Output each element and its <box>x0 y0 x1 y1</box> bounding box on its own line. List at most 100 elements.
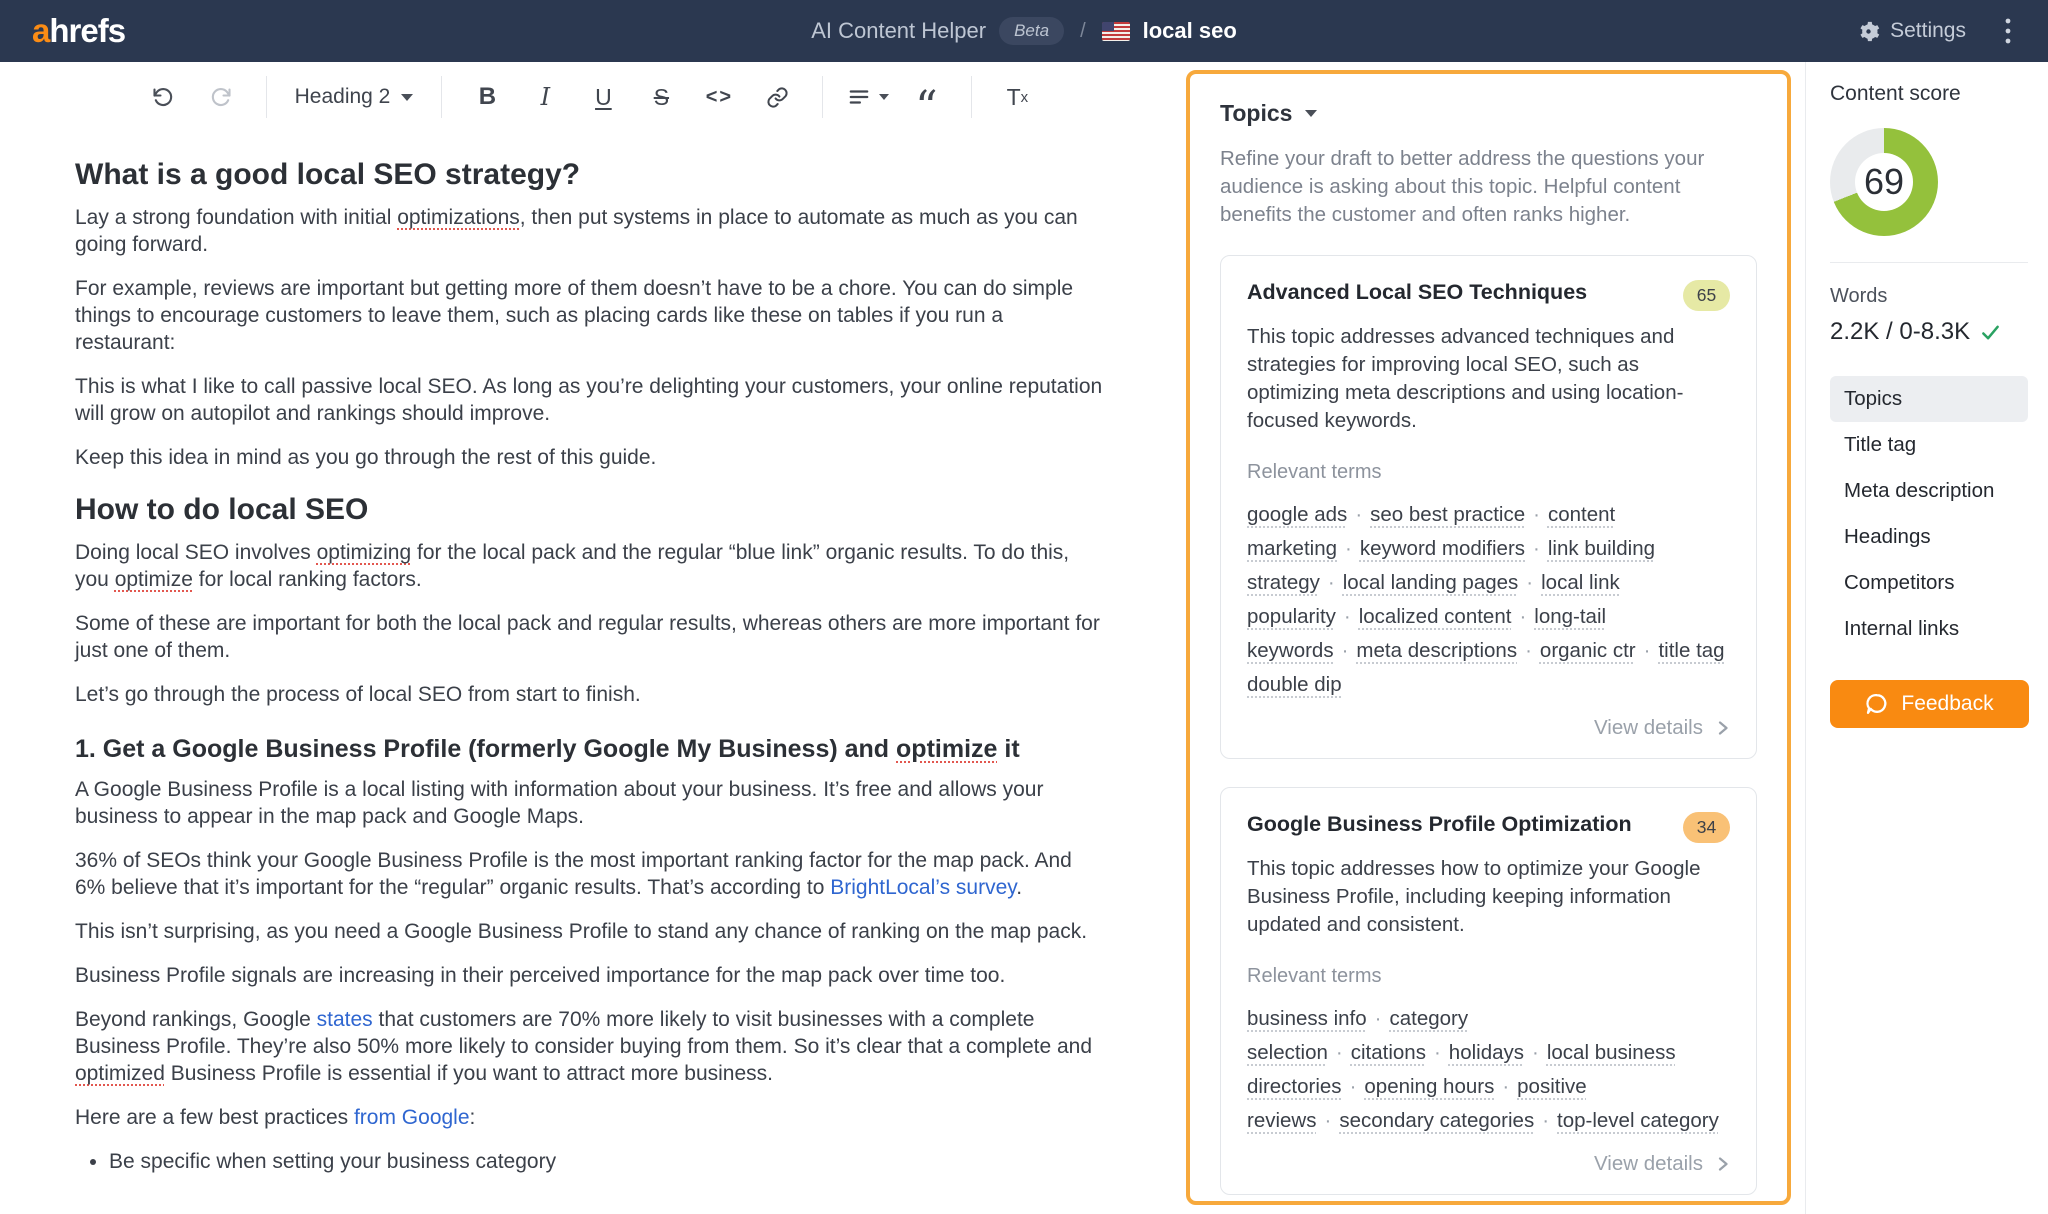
term-separator: · <box>1355 503 1363 526</box>
redo-arrow-icon <box>209 85 233 109</box>
topic-card: Google Business Profile Optimization 34 Th… <box>1220 787 1757 1195</box>
sidebar-item-competitors[interactable]: Competitors <box>1830 560 2028 606</box>
speech-bubble-icon <box>1865 692 1889 716</box>
spellcheck-word[interactable]: optimizations <box>397 206 520 229</box>
chevron-right-icon <box>1716 1157 1730 1171</box>
topics-section-dropdown[interactable]: Topics <box>1220 100 1757 127</box>
topic-card-list: Advanced Local SEO Techniques 65 This topi… <box>1220 255 1757 1195</box>
paragraph: This isn’t surprising, as you need a Goo… <box>75 920 1088 943</box>
spellcheck-word[interactable]: optimize <box>115 568 193 591</box>
blockquote-button[interactable]: “ <box>904 75 948 130</box>
sidebar-item-title-tag[interactable]: Title tag <box>1830 422 2028 468</box>
score-sidebar: Content score 69 Words 2.2K / 0-8.3K Top… <box>1805 62 2048 1214</box>
word-count: 2.2K / 0-8.3K <box>1830 318 2028 346</box>
spellcheck-word[interactable]: optimized <box>75 1062 165 1085</box>
relevant-term[interactable]: top-level category <box>1557 1109 1719 1132</box>
chevron-right-icon <box>1716 721 1730 735</box>
topics-column: Topics Refine your draft to better addre… <box>1180 62 1805 1214</box>
relevant-term[interactable]: localized content <box>1359 605 1512 628</box>
relevant-term[interactable]: meta descriptions <box>1356 639 1517 662</box>
paragraph: Here are a few best practices from Googl… <box>75 1106 476 1129</box>
content-score-value: 69 <box>1855 153 1913 211</box>
article-link[interactable]: BrightLocal’s survey <box>830 876 1016 899</box>
relevant-term[interactable]: organic ctr <box>1540 639 1636 662</box>
spellcheck-word[interactable]: optimizing <box>317 541 412 564</box>
view-details-row: View details <box>1247 716 1730 740</box>
editor-column: Heading 2 B I U S <> “ Tx What is a good… <box>0 62 1180 1214</box>
view-details-link[interactable]: View details <box>1594 1152 1730 1176</box>
undo-button[interactable] <box>141 75 185 119</box>
topic-title: Google Business Profile Optimization <box>1247 812 1632 836</box>
code-button[interactable]: <> <box>697 75 741 119</box>
clear-format-t: T <box>1006 83 1021 110</box>
relevant-term[interactable]: opening hours <box>1364 1075 1494 1098</box>
divider <box>1830 262 2028 263</box>
relevant-term[interactable]: citations <box>1351 1041 1426 1064</box>
relevant-terms-label: Relevant terms <box>1247 965 1382 987</box>
us-flag-icon <box>1101 21 1130 41</box>
chevron-down-icon <box>1305 110 1318 117</box>
align-dropdown[interactable] <box>846 75 890 119</box>
term-separator: · <box>1643 639 1651 662</box>
relevant-term[interactable]: seo best practice <box>1370 503 1525 526</box>
ahrefs-logo[interactable]: ahrefs <box>32 12 126 50</box>
topic-description: This topic addresses how to optimize you… <box>1247 857 1701 936</box>
breadcrumb-separator: / <box>1080 19 1086 42</box>
topic-card: Advanced Local SEO Techniques 65 This topi… <box>1220 255 1757 759</box>
view-details-label: View details <box>1593 1152 1703 1175</box>
article-heading: How to do local SEO <box>75 493 369 526</box>
topic-score-badge: 65 <box>1683 280 1730 311</box>
term-separator: · <box>1327 571 1335 594</box>
strikethrough-button[interactable]: S <box>639 75 683 119</box>
check-icon <box>1980 322 2001 343</box>
relevant-term[interactable]: keyword modifiers <box>1360 537 1525 560</box>
term-separator: · <box>1502 1075 1510 1098</box>
chain-link-icon <box>766 86 789 109</box>
clear-formatting-button[interactable]: Tx <box>995 75 1039 119</box>
term-separator: · <box>1532 1041 1539 1064</box>
term-separator: · <box>1341 639 1349 662</box>
chevron-down-icon <box>878 94 889 100</box>
relevant-terms: google ads · seo best practice · content mar… <box>1247 498 1730 702</box>
redo-button[interactable] <box>199 75 243 119</box>
sidebar-item-headings[interactable]: Headings <box>1830 514 2028 560</box>
settings-button[interactable]: Settings <box>1857 19 1966 43</box>
relevant-term[interactable]: google ads <box>1247 503 1347 526</box>
section-nav: Topics Title tag Meta description Headings C… <box>1830 376 2028 652</box>
link-button[interactable] <box>755 75 799 119</box>
term-separator: · <box>1324 1109 1332 1132</box>
article-editor[interactable]: What is a good local SEO strategy? Lay a … <box>0 132 1180 1175</box>
paragraph: For example, reviews are important but g… <box>75 277 1074 354</box>
topics-panel-title: Topics <box>1220 100 1293 126</box>
sidebar-item-topics[interactable]: Topics <box>1830 376 2028 422</box>
spellcheck-word[interactable]: optimize <box>896 735 997 763</box>
sidebar-item-meta-description[interactable]: Meta description <box>1830 468 2028 514</box>
document-title: local seo <box>1142 18 1237 43</box>
term-separator: · <box>1533 537 1540 560</box>
article-heading: What is a good local SEO strategy? <box>75 158 581 191</box>
heading-style-dropdown[interactable]: Heading 2 <box>295 85 414 109</box>
relevant-term[interactable]: local landing pages <box>1343 571 1519 594</box>
words-label: Words <box>1830 285 1888 307</box>
sidebar-item-internal-links[interactable]: Internal links <box>1830 606 2028 652</box>
topic-description: This topic addresses advanced techniques… <box>1247 325 1684 432</box>
topic-card-header: Google Business Profile Optimization 34 <box>1247 812 1730 843</box>
relevant-term[interactable]: business info <box>1247 1007 1367 1030</box>
feedback-label: Feedback <box>1901 692 1994 715</box>
beta-badge: Beta <box>999 17 1065 45</box>
toolbar-divider <box>441 76 443 118</box>
term-separator: · <box>1349 1075 1357 1098</box>
relevant-term[interactable]: secondary categories <box>1339 1109 1534 1132</box>
paragraph: Some of these are important for both the… <box>75 612 1100 662</box>
feedback-button[interactable]: Feedback <box>1830 680 2029 728</box>
bold-button[interactable]: B <box>465 75 509 119</box>
underline-button[interactable]: U <box>581 75 625 119</box>
relevant-terms-label: Relevant terms <box>1247 461 1382 483</box>
paragraph: Business Profile signals are increasing … <box>75 964 1006 987</box>
article-link[interactable]: from Google <box>354 1106 470 1129</box>
more-menu-button[interactable] <box>2000 12 2016 50</box>
italic-button[interactable]: I <box>523 75 567 119</box>
relevant-term[interactable]: holidays <box>1449 1041 1524 1064</box>
view-details-link[interactable]: View details <box>1594 716 1730 740</box>
article-link[interactable]: states <box>317 1008 373 1031</box>
